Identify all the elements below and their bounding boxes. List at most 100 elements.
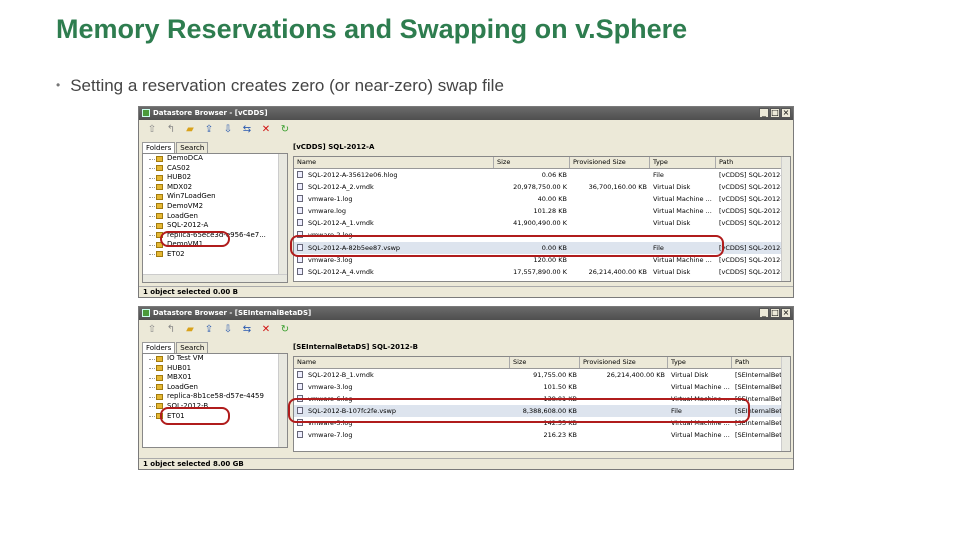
datastore-browser-window-2: Datastore Browser - [SEInternalBetaDS] _… [138,306,794,470]
toolbar: ⇧ ↰ ▰ ⇪ ⇩ ⇆ ✕ ↻ [139,121,793,139]
folder-tree-item[interactable]: DemoVM2 [143,202,287,212]
folder-icon [156,355,163,362]
column-header[interactable]: Type [668,357,732,368]
tab-search[interactable]: Search [176,142,209,153]
folder-tree-item[interactable]: MBX01 [143,373,287,383]
table-row[interactable]: vmware-7.log 216.23 KB Virtual Machine ...… [294,429,790,441]
folder-icon [156,222,163,229]
maximize-button[interactable]: □ [770,108,780,118]
folder-tree-item[interactable]: DemoDCA [143,154,287,164]
cell-size: 216.23 KB [543,431,577,440]
column-header[interactable]: Path [716,157,784,168]
minimize-button[interactable]: _ [759,108,769,118]
column-header[interactable]: Provisioned Size [570,157,650,168]
folder-tree-item[interactable]: LoadGen [143,212,287,222]
column-header[interactable]: Name [294,157,494,168]
table-row[interactable]: vmware-3.log 101.50 KB Virtual Machine ...… [294,381,790,393]
folder-icon [156,365,163,372]
up-folder-icon[interactable]: ⇧ [145,323,159,337]
window-title: Datastore Browser - [vCDDS] [153,109,268,117]
parent-folder-icon[interactable]: ↰ [164,323,178,337]
vertical-scrollbar[interactable] [781,357,790,451]
cell-prov [570,217,650,229]
delete-icon[interactable]: ✕ [259,323,273,337]
close-button[interactable]: × [781,308,791,318]
upload-icon[interactable]: ⇪ [202,323,216,337]
download-icon[interactable]: ⇩ [221,323,235,337]
folder-tree-item[interactable]: ET02 [143,250,287,260]
folder-name: MBX01 [167,373,192,382]
cell-path: [SEInternalBetaDS] SQL-2012-B [735,431,784,440]
cell-path: [vCDDS] SQL-2012-A [719,267,784,276]
refresh-icon[interactable]: ↻ [278,123,292,137]
cell-type: File [653,171,664,179]
table-row[interactable]: SQL-2012-A_4.vmdk 17,557,890.00 K 26,214,4… [294,266,790,278]
horizontal-scrollbar[interactable] [143,274,287,282]
folder-tree: DemoDCA CAS02 HUB02 MDX02 Win7LoadGen DemoVM2… [142,153,288,283]
folder-tree-item[interactable]: SQL-2012-A [143,221,287,231]
upload-icon[interactable]: ⇪ [202,123,216,137]
new-folder-icon[interactable]: ▰ [183,323,197,337]
column-header[interactable]: Path [732,357,784,368]
column-header[interactable]: Name [294,357,510,368]
folder-tree-item[interactable]: LoadGen [143,383,287,393]
tab-folders[interactable]: Folders [142,342,176,353]
column-header[interactable]: Type [650,157,716,168]
column-header[interactable]: Size [510,357,580,368]
close-button[interactable]: × [781,108,791,118]
delete-icon[interactable]: ✕ [259,123,273,137]
maximize-button[interactable]: □ [770,308,780,318]
folder-name: LoadGen [167,211,198,220]
minimize-button[interactable]: _ [759,308,769,318]
tab-folders[interactable]: Folders [142,142,176,153]
disk-icon [297,371,303,378]
folder-tree-item[interactable]: CAS02 [143,164,287,174]
folder-tree-item[interactable]: IO Test VM [143,354,287,364]
folder-icon [156,203,163,210]
refresh-icon[interactable]: ↻ [278,323,292,337]
table-row[interactable]: vmware.log 101.28 KB Virtual Machine ... [v… [294,205,790,217]
table-row[interactable]: vmware-1.log 40.00 KB Virtual Machine ... [… [294,193,790,205]
new-folder-icon[interactable]: ▰ [183,123,197,137]
folder-tree-item[interactable]: HUB02 [143,173,287,183]
vertical-scrollbar[interactable] [278,154,287,282]
table-row[interactable]: SQL-2012-A-35612e06.hlog 0.06 KB File [vCDD… [294,169,790,181]
slide-title: Memory Reservations and Swapping on v.Sp… [56,14,688,44]
vertical-scrollbar[interactable] [781,157,790,281]
window-titlebar[interactable]: Datastore Browser - [vCDDS] _ □ × [139,107,793,120]
folder-icon [156,155,163,162]
folder-icon [156,174,163,181]
parent-folder-icon[interactable]: ↰ [164,123,178,137]
up-folder-icon[interactable]: ⇧ [145,123,159,137]
cell-name: SQL-2012-A-35612e06.hlog [294,169,494,181]
table-row[interactable]: SQL-2012-A_1.vmdk 41,900,490.00 K Virtual … [294,217,790,229]
column-header[interactable]: Size [494,157,570,168]
folder-tree: IO Test VM HUB01 MBX01 LoadGen replica-8b1ce… [142,353,288,448]
cell-prov: 26,214,400.00 KB [588,267,647,276]
move-icon[interactable]: ⇆ [240,323,254,337]
folder-tree-item[interactable]: MDX02 [143,183,287,193]
table-row[interactable]: SQL-2012-A_2.vmdk 20,978,750.00 K 36,700,1… [294,181,790,193]
window-titlebar[interactable]: Datastore Browser - [SEInternalBetaDS] _… [139,307,793,320]
vertical-scrollbar[interactable] [278,354,287,447]
folder-icon [156,213,163,220]
download-icon[interactable]: ⇩ [221,123,235,137]
tab-search[interactable]: Search [176,342,209,353]
folder-tree-item[interactable]: HUB01 [143,364,287,374]
folder-tree-item[interactable]: Win7LoadGen [143,192,287,202]
folder-name: CAS02 [167,163,191,172]
folder-name: HUB01 [167,363,192,372]
folder-icon [156,374,163,381]
disk-icon [297,183,303,191]
folder-icon [156,393,163,400]
column-header-row: Name Size Provisioned Size Type Path [294,157,790,169]
column-header[interactable]: Provisioned Size [580,357,668,368]
file-name: SQL-2012-A_1.vmdk [308,219,374,228]
cell-prov [580,381,668,393]
folder-icon [156,384,163,391]
folder-tree-item[interactable]: replica-8b1ce58-d57e-4459 [143,392,287,402]
file-name: vmware.log [308,207,346,216]
move-icon[interactable]: ⇆ [240,123,254,137]
folder-icon [156,193,163,200]
table-row[interactable]: SQL-2012-B_1.vmdk 91,755.00 KB 26,214,400.… [294,369,790,381]
